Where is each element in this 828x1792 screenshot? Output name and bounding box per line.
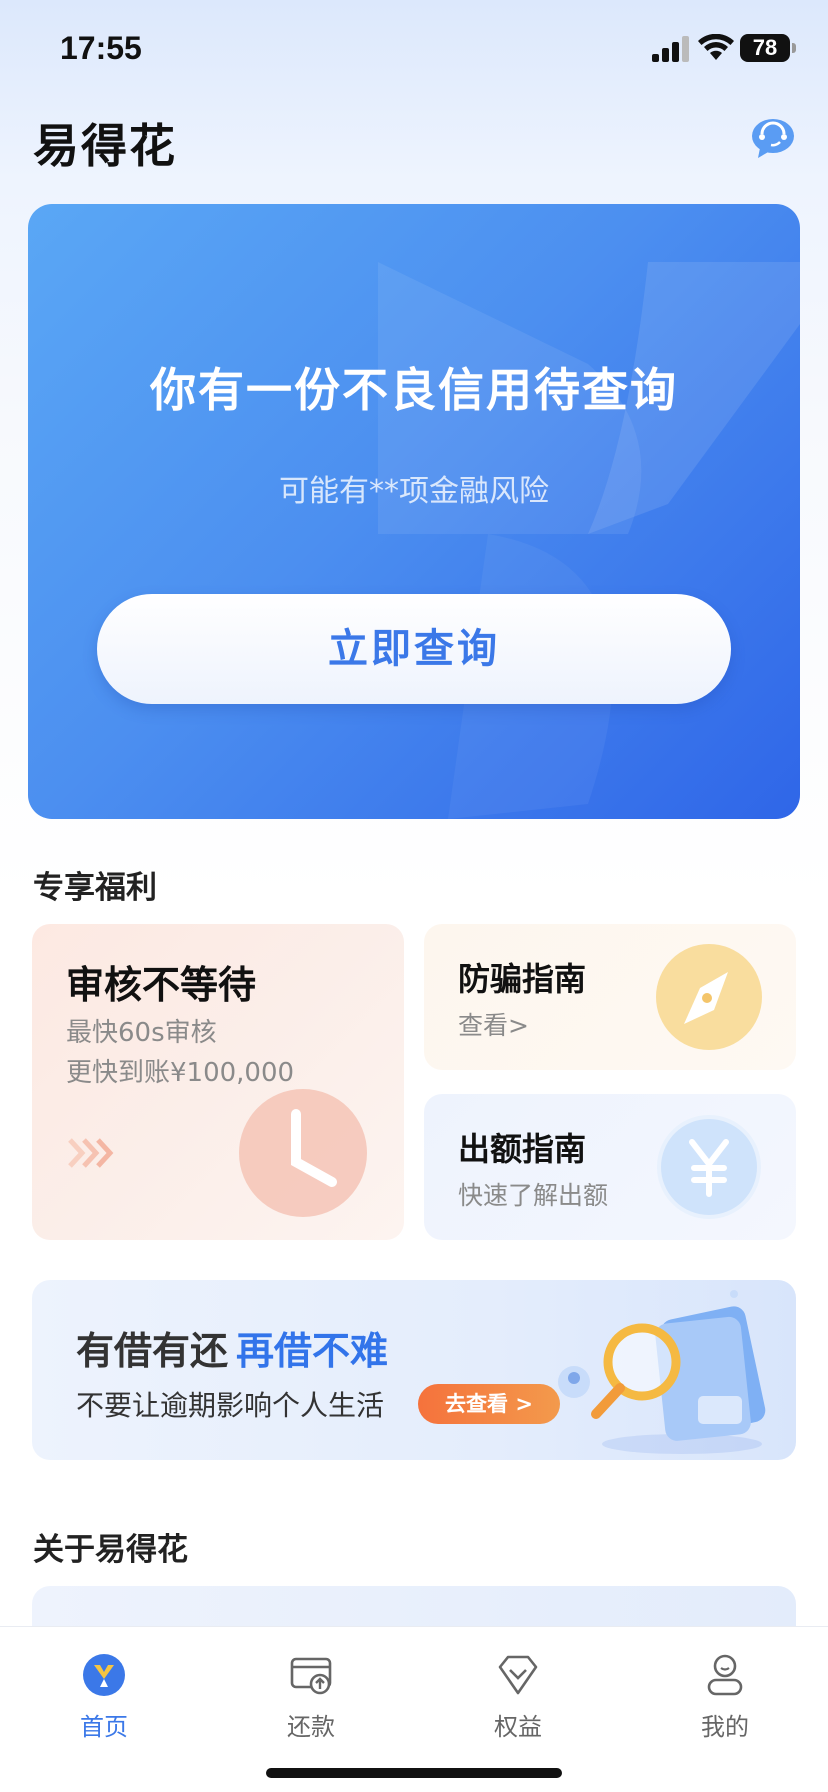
tab-home-label: 首页	[80, 1713, 128, 1741]
about-section-title: 关于易得花	[33, 1532, 188, 1568]
promo-title: 有借有还 再借不难	[76, 1320, 388, 1375]
query-now-button[interactable]: 立即查询	[97, 594, 731, 704]
fraud-guide-link[interactable]: 查看>	[458, 1006, 529, 1042]
fraud-guide-card[interactable]: 防骗指南 查看>	[424, 924, 796, 1070]
banner-decoration	[378, 262, 800, 819]
banner-title: 你有一份不良信用待查询	[150, 363, 678, 417]
home-indicator	[266, 1768, 562, 1778]
promo-title-highlight: 再借不难	[236, 1329, 389, 1373]
wifi-icon	[698, 34, 734, 60]
limit-guide-title: 出额指南	[458, 1130, 587, 1168]
limit-guide-card[interactable]: 出额指南 快速了解出额	[424, 1094, 796, 1240]
home-logo-icon	[83, 1654, 125, 1696]
promo-subtitle: 不要让逾期影响个人生活	[76, 1389, 385, 1422]
tab-repay-label: 还款	[287, 1713, 335, 1741]
fraud-guide-title: 防骗指南	[458, 960, 587, 998]
promo-view-button[interactable]: 去查看 >	[418, 1384, 560, 1424]
repayment-promo-banner[interactable]: 有借有还 再借不难 不要让逾期影响个人生活 去查看 >	[32, 1280, 796, 1460]
customer-service-icon[interactable]	[750, 118, 796, 160]
promo-title-plain: 有借有还	[76, 1329, 229, 1373]
compass-icon	[656, 944, 762, 1050]
limit-guide-subtitle: 快速了解出额	[458, 1181, 609, 1210]
status-bar: 17:55 78	[0, 0, 828, 100]
chevrons-icon	[68, 1138, 114, 1168]
clock-icon	[239, 1089, 367, 1217]
diamond-icon	[498, 1655, 538, 1695]
tab-repay[interactable]: 还款	[251, 1641, 371, 1751]
tab-home[interactable]: 首页	[44, 1641, 164, 1751]
fast-review-line2: 更快到账¥100,000	[66, 1058, 295, 1088]
tab-benefits[interactable]: 权益	[458, 1641, 578, 1751]
app-title: 易得花	[33, 119, 177, 173]
battery-icon: 78	[740, 34, 796, 62]
fast-review-title: 审核不等待	[66, 963, 257, 1007]
tab-mine[interactable]: 我的	[665, 1641, 785, 1751]
perks-section-title: 专享福利	[33, 870, 157, 906]
status-time: 17:55	[60, 30, 142, 66]
banner-subtitle: 可能有**项金融风险	[279, 474, 549, 509]
credit-query-banner: 你有一份不良信用待查询 可能有**项金融风险 立即查询	[28, 204, 800, 819]
repay-card-icon	[290, 1657, 332, 1695]
battery-level: 78	[740, 34, 790, 62]
tab-benefits-label: 权益	[494, 1713, 542, 1741]
fast-review-line1: 最快60s审核	[66, 1018, 217, 1048]
integrity-illustration-icon	[558, 1290, 766, 1454]
user-icon	[707, 1654, 743, 1696]
yuan-coin-icon	[657, 1115, 761, 1219]
tab-mine-label: 我的	[701, 1713, 749, 1741]
cellular-signal-icon	[652, 36, 689, 62]
fast-review-card[interactable]: 审核不等待 最快60s审核 更快到账¥100,000	[32, 924, 404, 1240]
